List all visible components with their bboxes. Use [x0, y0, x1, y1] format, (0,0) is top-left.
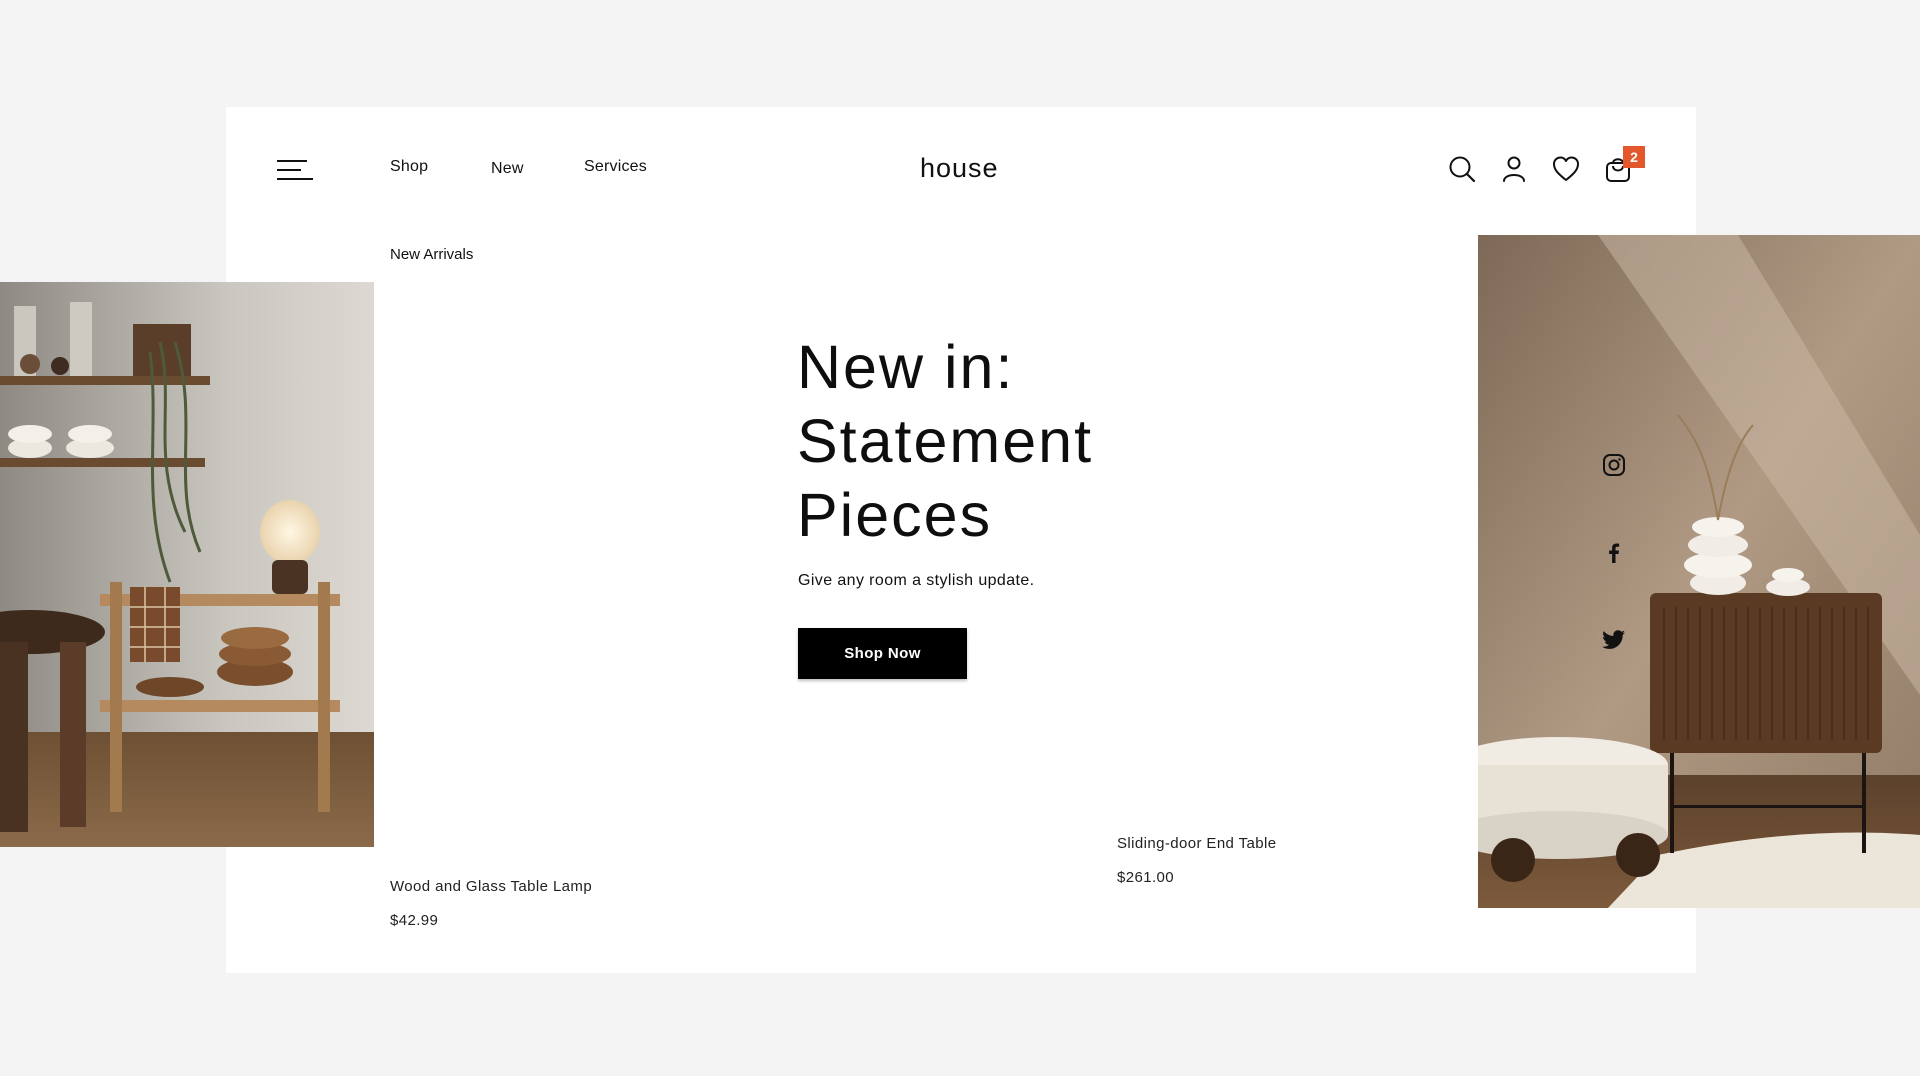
hamburger-menu-icon[interactable]	[276, 158, 314, 184]
hero-title-line-3: Pieces	[797, 481, 993, 549]
page: Shop New Services house 2 New Arrivals N…	[0, 0, 1920, 1076]
nav-services[interactable]: Services	[584, 158, 647, 176]
product-price-lamp: $42.99	[390, 912, 439, 929]
logo[interactable]: house	[920, 153, 999, 184]
lamp-shelf-photo[interactable]	[0, 282, 374, 847]
product-price-end-table: $261.00	[1117, 869, 1175, 886]
user-icon[interactable]	[1499, 154, 1529, 184]
heart-icon[interactable]	[1551, 154, 1581, 184]
product-name-lamp[interactable]: Wood and Glass Table Lamp	[390, 878, 592, 895]
hero-subtitle: Give any room a stylish update.	[798, 572, 1035, 589]
hero-title-line-1: New in:	[797, 333, 1015, 401]
twitter-icon[interactable]	[1601, 626, 1627, 652]
facebook-icon[interactable]	[1601, 540, 1627, 566]
nav-new[interactable]: New	[491, 160, 524, 178]
hero-title-line-2: Statement	[797, 407, 1094, 475]
breadcrumb-new-arrivals[interactable]: New Arrivals	[390, 246, 473, 263]
cart-count-badge: 2	[1623, 146, 1645, 168]
product-name-end-table[interactable]: Sliding-door End Table	[1117, 835, 1276, 852]
search-icon[interactable]	[1447, 154, 1477, 184]
instagram-icon[interactable]	[1601, 452, 1627, 478]
end-table-photo[interactable]	[1478, 235, 1920, 908]
shop-now-button[interactable]: Shop Now	[798, 628, 967, 679]
nav-shop[interactable]: Shop	[390, 158, 428, 176]
hero-title: New in: Statement Pieces	[797, 330, 1093, 552]
